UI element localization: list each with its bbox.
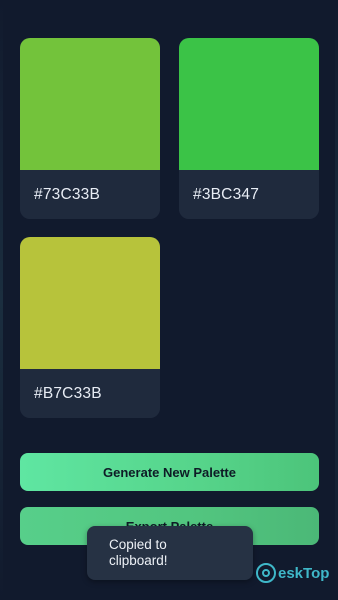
color-swatch[interactable] <box>20 38 160 170</box>
swatch-hex-label: #73C33B <box>20 170 160 219</box>
watermark-text: eskTop <box>278 564 330 582</box>
color-swatch-card[interactable]: #B7C33B <box>20 237 160 418</box>
watermark-logo: eskTop <box>256 562 329 584</box>
watermark-icon <box>256 563 276 583</box>
copied-toast: Copied to clipboard! <box>87 526 253 580</box>
palette-screen: #73C33B #3BC347 #B7C33B Generate New Pal… <box>0 0 338 600</box>
swatch-hex-label: #3BC347 <box>179 170 319 219</box>
swatch-hex-label: #B7C33B <box>20 369 160 418</box>
generate-palette-button[interactable]: Generate New Palette <box>20 453 319 491</box>
color-swatch-card[interactable]: #73C33B <box>20 38 160 219</box>
toast-message: Copied to clipboard! <box>109 537 168 568</box>
color-swatch[interactable] <box>179 38 319 170</box>
color-swatch[interactable] <box>20 237 160 369</box>
left-edge-accent <box>0 0 3 600</box>
color-swatch-card[interactable]: #3BC347 <box>179 38 319 219</box>
